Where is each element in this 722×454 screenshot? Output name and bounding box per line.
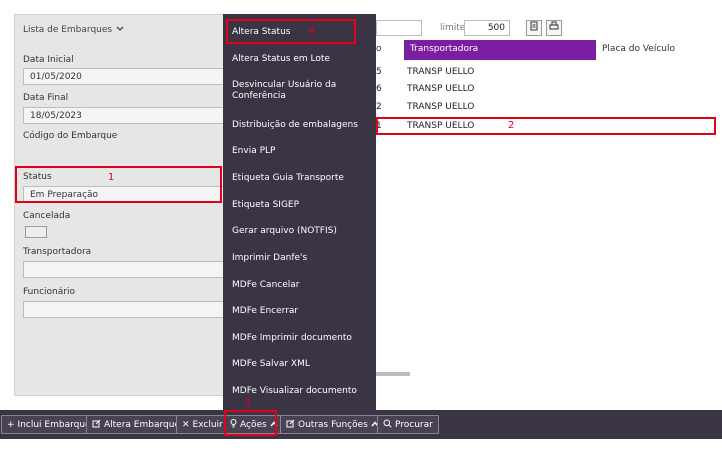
status-label: Status	[23, 172, 52, 182]
menu-item-mdfe-cancelar[interactable]: MDFe Cancelar	[232, 280, 372, 291]
data-final-input[interactable]: 18/05/2023	[23, 107, 235, 124]
table-row[interactable]: 2 TRANSP UELLO	[376, 99, 722, 117]
data-final-label: Data Final	[23, 93, 69, 103]
edit-icon	[286, 419, 295, 431]
menu-item-mdfe-encerrar[interactable]: MDFe Encerrar	[232, 306, 372, 317]
acoes-menu: Altera Status Altera Status em Lote Desv…	[223, 14, 376, 410]
chevron-down-icon	[116, 25, 124, 35]
menu-item-etiqueta-sigep[interactable]: Etiqueta SIGEP	[232, 200, 372, 211]
search-icon	[383, 419, 392, 431]
export-icon[interactable]	[526, 20, 542, 36]
annotation-number-3: 3	[245, 398, 252, 409]
menu-item-mdfe-visualizar[interactable]: MDFe Visualizar documento	[232, 386, 372, 397]
outras-funcoes-button[interactable]: Outras Funções	[280, 415, 385, 434]
bottom-toolbar: + Inclui Embarque Altera Embarque ✕ Excl…	[0, 410, 722, 439]
col-number[interactable]: o	[376, 40, 404, 60]
row-transportadora: TRANSP UELLO	[407, 121, 475, 131]
table-row[interactable]: 5 TRANSP UELLO	[376, 64, 722, 82]
panel-title[interactable]: Lista de Embarques	[23, 25, 124, 35]
grid-search-input[interactable]	[376, 20, 422, 36]
limite-input[interactable]: 500	[464, 20, 510, 36]
col-transportadora[interactable]: Transportadora	[404, 40, 596, 60]
table-row[interactable]: 1 TRANSP UELLO	[376, 118, 722, 136]
chevron-up-icon	[270, 420, 278, 430]
edit-icon	[92, 419, 101, 431]
acoes-button[interactable]: Ações	[224, 415, 284, 434]
annotation-number-4: 4	[308, 26, 315, 37]
inclui-embarque-label: Inclui Embarque	[17, 419, 91, 430]
menu-item-altera-status-lote[interactable]: Altera Status em Lote	[232, 54, 372, 65]
data-inicial-input[interactable]: 01/05/2020	[23, 68, 235, 85]
row-transportadora: TRANSP UELLO	[407, 67, 475, 77]
transportadora-select[interactable]	[23, 261, 235, 278]
menu-item-altera-status[interactable]: Altera Status	[232, 27, 372, 38]
row-transportadora: TRANSP UELLO	[407, 102, 475, 112]
row-number: 5	[376, 67, 382, 77]
codigo-embarque-label: Código do Embarque	[23, 131, 118, 141]
data-inicial-label: Data Inicial	[23, 55, 74, 65]
row-number: 2	[376, 102, 382, 112]
app-window: Lista de Embarques Data Inicial 01/05/20…	[0, 0, 722, 454]
outras-funcoes-label: Outras Funções	[298, 419, 368, 430]
transportadora-label: Transportadora	[23, 247, 92, 257]
row-transportadora: TRANSP UELLO	[407, 84, 475, 94]
procurar-button[interactable]: Procurar	[377, 415, 439, 434]
status-select[interactable]: Em Preparação	[23, 186, 235, 203]
plus-icon: +	[7, 419, 15, 430]
col-placa-veiculo[interactable]: Placa do Veículo	[596, 40, 722, 60]
menu-item-etiqueta-guia[interactable]: Etiqueta Guia Transporte	[232, 173, 372, 184]
altera-embarque-label: Altera Embarque	[104, 419, 180, 430]
inclui-embarque-button[interactable]: + Inclui Embarque	[1, 415, 97, 434]
cancelada-label: Cancelada	[23, 211, 71, 221]
funcionario-select[interactable]	[23, 301, 235, 318]
excluir-label: Excluir	[192, 419, 223, 430]
acoes-label: Ações	[240, 419, 267, 430]
funcionario-label: Funcionário	[23, 287, 75, 297]
menu-item-desvincular-usuario[interactable]: Desvincular Usuário da Conferência	[232, 80, 372, 102]
menu-item-gerar-notfis[interactable]: Gerar arquivo (NOTFIS)	[232, 226, 372, 237]
annotation-number-2: 2	[508, 120, 515, 131]
print-icon[interactable]	[546, 20, 562, 36]
excluir-button[interactable]: ✕ Excluir	[176, 415, 229, 434]
cancelada-checkbox[interactable]	[25, 226, 47, 238]
filter-panel: Lista de Embarques Data Inicial 01/05/20…	[14, 14, 236, 396]
close-icon: ✕	[182, 419, 190, 430]
menu-item-envia-plp[interactable]: Envia PLP	[232, 146, 372, 157]
menu-item-imprimir-danfe[interactable]: Imprimir Danfe's	[232, 253, 372, 264]
table-row[interactable]: 6 TRANSP UELLO	[376, 81, 722, 99]
menu-item-mdfe-salvar-xml[interactable]: MDFe Salvar XML	[232, 359, 372, 370]
codigo-embarque-input[interactable]	[23, 145, 235, 162]
panel-title-text: Lista de Embarques	[23, 25, 113, 35]
menu-item-distribuicao-embalagens[interactable]: Distribuição de embalagens	[232, 120, 372, 131]
row-number: 6	[376, 84, 382, 94]
grid-horizontal-scrollbar[interactable]	[376, 372, 410, 376]
menu-item-mdfe-imprimir[interactable]: MDFe Imprimir documento	[232, 333, 372, 344]
grid-header: o Transportadora Placa do Veículo	[376, 40, 722, 60]
altera-embarque-button[interactable]: Altera Embarque	[86, 415, 186, 434]
procurar-label: Procurar	[395, 419, 433, 430]
row-number: 1	[376, 121, 382, 131]
lightbulb-icon	[230, 418, 237, 431]
annotation-number-1: 1	[108, 172, 115, 183]
